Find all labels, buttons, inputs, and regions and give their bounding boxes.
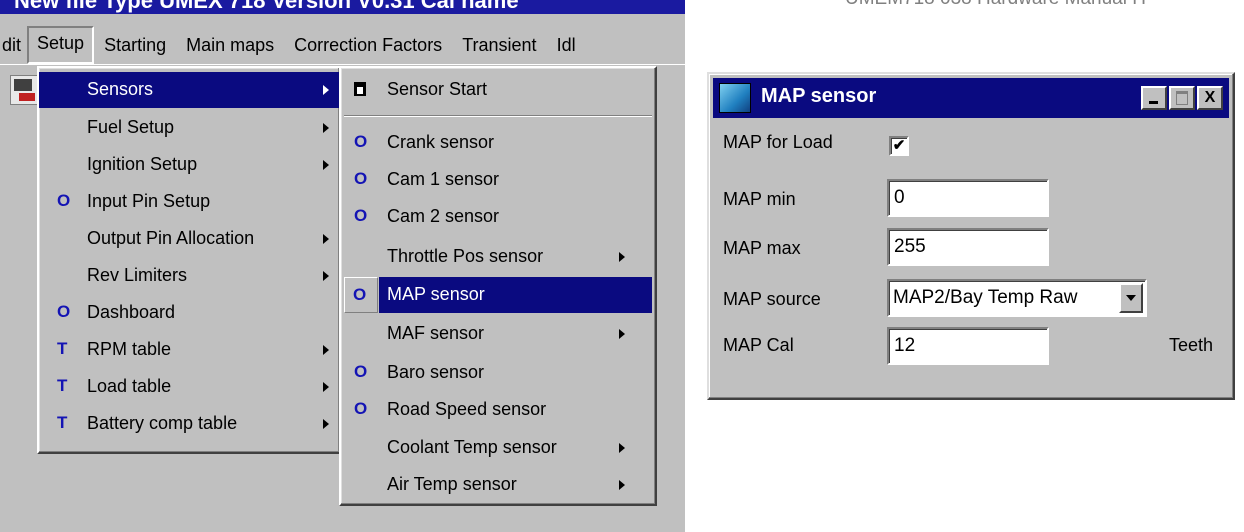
menu-item-dashboard[interactable]: O Dashboard (39, 295, 339, 331)
menu-item-cam2-sensor[interactable]: O Cam 2 sensor (341, 199, 655, 235)
map-cal-input[interactable]: 12 (887, 327, 1049, 365)
menu-item-air-temp-sensor[interactable]: Air Temp sensor (341, 467, 655, 503)
menu-correction-factors[interactable]: Correction Factors (284, 28, 452, 62)
dialog-marker-icon: O (57, 191, 71, 210)
menu-item-input-pin-setup[interactable]: O Input Pin Setup (39, 184, 339, 220)
menu-setup[interactable]: Setup (27, 25, 95, 64)
menu-item-ignition-setup[interactable]: Ignition Setup (39, 147, 339, 183)
table-marker-icon: T (57, 376, 68, 395)
submenu-arrow-icon (323, 271, 329, 281)
submenu-arrow-icon (323, 160, 329, 170)
menu-idle[interactable]: Idl (547, 28, 586, 62)
submenu-arrow-icon (323, 419, 329, 429)
dialog-title: MAP sensor (761, 85, 877, 107)
setup-menu: Sensors Fuel Setup Ignition Setup O Inpu… (37, 66, 341, 454)
dialog-marker-icon: O (57, 302, 71, 321)
menu-item-rev-limiters[interactable]: Rev Limiters (39, 258, 339, 294)
menu-item-rpm-table[interactable]: T RPM table (39, 332, 339, 368)
map-max-label: MAP max (723, 238, 801, 258)
dialog-title-bar[interactable]: MAP sensor X (713, 78, 1229, 118)
table-marker-icon: T (57, 413, 68, 432)
dialog-marker-icon: O (354, 362, 368, 381)
page-icon (354, 82, 366, 96)
submenu-arrow-icon (619, 443, 625, 453)
ecu-app-window: New file Type UMEX 718 Version V0.31 Cal… (0, 0, 685, 532)
map-source-label: MAP source (723, 289, 821, 309)
window-title-bar: New file Type UMEX 718 Version V0.31 Cal… (0, 0, 685, 14)
menu-separator (344, 115, 652, 117)
sensor-app-icon (719, 83, 751, 113)
dialog-marker-icon: O (354, 169, 368, 188)
menu-starting[interactable]: Starting (94, 28, 176, 62)
menu-item-crank-sensor[interactable]: O Crank sensor (341, 125, 655, 161)
submenu-arrow-icon (619, 252, 625, 262)
map-min-label: MAP min (723, 189, 796, 209)
dialog-marker-icon: O (354, 399, 368, 418)
ecu-toolbar-icon[interactable] (10, 75, 38, 105)
table-marker-icon: T (57, 339, 68, 358)
map-source-select[interactable]: MAP2/Bay Temp Raw (887, 279, 1147, 317)
map-for-load-checkbox[interactable]: ✔ (889, 136, 909, 156)
submenu-arrow-icon (619, 329, 625, 339)
menu-item-fuel-setup[interactable]: Fuel Setup (39, 110, 339, 146)
submenu-arrow-icon (323, 345, 329, 355)
menu-main-maps[interactable]: Main maps (176, 28, 284, 62)
map-cal-unit: Teeth (1169, 335, 1214, 355)
close-button[interactable]: X (1197, 86, 1223, 110)
menu-item-maf-sensor[interactable]: MAF sensor (341, 316, 655, 352)
menu-item-sensor-start[interactable]: Sensor Start (341, 72, 655, 108)
menu-item-load-table[interactable]: T Load table (39, 369, 339, 405)
menu-edit[interactable]: dit (0, 28, 27, 62)
map-min-input[interactable]: 0 (887, 179, 1049, 217)
menu-item-output-pin-allocation[interactable]: Output Pin Allocation (39, 221, 339, 257)
menu-item-battery-comp-table[interactable]: T Battery comp table (39, 406, 339, 442)
menu-transient[interactable]: Transient (452, 28, 546, 62)
submenu-arrow-icon (323, 234, 329, 244)
submenu-arrow-icon (323, 123, 329, 133)
sensors-submenu: Sensor Start O Crank sensor O Cam 1 sens… (339, 66, 657, 506)
dialog-marker-icon: O (353, 285, 367, 304)
menu-item-coolant-temp-sensor[interactable]: Coolant Temp sensor (341, 430, 655, 466)
map-cal-label: MAP Cal (723, 335, 794, 355)
map-source-value: MAP2/Bay Temp Raw (893, 287, 1078, 308)
document-header: UMEM718 038 Hardware Manual H (845, 0, 1146, 10)
selected-state-box: O (344, 277, 378, 313)
menu-item-road-speed-sensor[interactable]: O Road Speed sensor (341, 392, 655, 428)
chevron-down-icon[interactable] (1119, 283, 1143, 313)
map-sensor-dialog: MAP sensor X MAP for Load ✔ MAP min 0 MA… (707, 72, 1235, 400)
menu-item-map-sensor[interactable]: O MAP sensor (341, 277, 655, 313)
submenu-arrow-icon (323, 85, 329, 95)
map-sensor-highlight: MAP sensor (379, 277, 652, 313)
menu-item-cam1-sensor[interactable]: O Cam 1 sensor (341, 162, 655, 198)
minimize-button[interactable] (1141, 86, 1167, 110)
map-for-load-label: MAP for Load (723, 132, 833, 152)
menu-bar: dit Setup Starting Main maps Correction … (0, 25, 685, 65)
dialog-marker-icon: O (354, 206, 368, 225)
map-max-input[interactable]: 255 (887, 228, 1049, 266)
menu-item-throttle-pos-sensor[interactable]: Throttle Pos sensor (341, 239, 655, 275)
menu-item-sensors[interactable]: Sensors (39, 72, 339, 108)
dialog-marker-icon: O (354, 132, 368, 151)
submenu-arrow-icon (619, 480, 625, 490)
maximize-button[interactable] (1169, 86, 1195, 110)
menu-item-baro-sensor[interactable]: O Baro sensor (341, 355, 655, 391)
submenu-arrow-icon (323, 382, 329, 392)
